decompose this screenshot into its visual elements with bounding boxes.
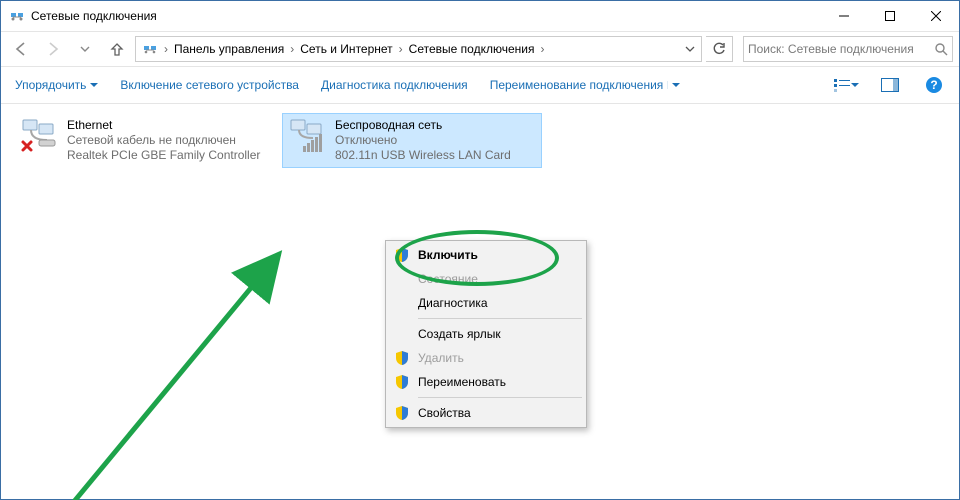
chevron-right-icon: ›: [399, 42, 403, 56]
connection-name: Беспроводная сеть: [335, 118, 511, 133]
preview-pane-button[interactable]: [877, 72, 903, 98]
svg-text:?: ?: [930, 78, 937, 92]
diagnose-connection-button[interactable]: Диагностика подключения: [319, 74, 470, 96]
separator: [418, 318, 582, 319]
context-menu-rename[interactable]: Переименовать: [388, 370, 584, 394]
rename-connection-button[interactable]: Переименование подключения: [488, 74, 684, 96]
separator: [418, 397, 582, 398]
context-menu-enable[interactable]: Включить: [388, 243, 584, 267]
enable-network-device-button[interactable]: Включение сетевого устройства: [118, 74, 301, 96]
address-bar: › Панель управления › Сеть и Интернет › …: [1, 32, 959, 67]
chevron-right-icon: ›: [540, 42, 544, 56]
maximize-button[interactable]: [867, 1, 913, 31]
connection-adapter: Realtek PCIe GBE Family Controller: [67, 148, 260, 163]
connection-status: Отключено: [335, 133, 511, 148]
chevron-right-icon: ›: [164, 42, 168, 56]
context-menu-status: Состояние: [388, 267, 584, 291]
search-input[interactable]: Поиск: Сетевые подключения: [743, 36, 953, 62]
context-menu-properties[interactable]: Свойства: [388, 401, 584, 425]
organize-menu[interactable]: Упорядочить: [13, 74, 100, 96]
minimize-button[interactable]: [821, 1, 867, 31]
connection-status: Сетевой кабель не подключен: [67, 133, 260, 148]
context-menu-diagnose[interactable]: Диагностика: [388, 291, 584, 315]
refresh-button[interactable]: [706, 36, 733, 62]
annotation-arrow: [9, 234, 309, 500]
context-menu-create-shortcut[interactable]: Создать ярлык: [388, 322, 584, 346]
connection-item-wireless[interactable]: Беспроводная сеть Отключено 802.11n USB …: [283, 114, 541, 167]
search-icon: [934, 42, 948, 56]
context-menu: Включить Состояние Диагностика Создать я…: [385, 240, 587, 428]
ethernet-icon: [19, 118, 59, 154]
recent-locations-dropdown[interactable]: [71, 36, 99, 62]
connection-adapter: 802.11n USB Wireless LAN Card: [335, 148, 511, 163]
wireless-icon: [287, 118, 327, 154]
breadcrumb-path[interactable]: › Панель управления › Сеть и Интернет › …: [135, 36, 702, 62]
shield-icon: [394, 374, 410, 390]
window-title: Сетевые подключения: [31, 9, 157, 23]
breadcrumb-network-internet[interactable]: Сеть и Интернет: [296, 40, 396, 58]
chevron-down-icon: [851, 81, 859, 89]
breadcrumb-control-panel[interactable]: Панель управления: [170, 40, 288, 58]
back-button[interactable]: [7, 36, 35, 62]
address-history-dropdown[interactable]: [681, 44, 699, 54]
chevron-right-icon: ›: [290, 42, 294, 56]
connection-item-ethernet[interactable]: Ethernet Сетевой кабель не подключен Rea…: [15, 114, 273, 167]
connection-name: Ethernet: [67, 118, 260, 133]
titlebar: Сетевые подключения: [1, 1, 959, 32]
shield-icon: [394, 247, 410, 263]
view-options-button[interactable]: [833, 72, 859, 98]
command-bar: Упорядочить Включение сетевого устройств…: [1, 67, 959, 104]
dropdown-split-icon: [667, 81, 681, 89]
close-button[interactable]: [913, 1, 959, 31]
shield-icon: [394, 405, 410, 421]
breadcrumb-network-connections[interactable]: Сетевые подключения: [405, 40, 539, 58]
search-placeholder: Поиск: Сетевые подключения: [748, 42, 930, 56]
network-connections-icon: [142, 41, 158, 57]
connections-list: Ethernet Сетевой кабель не подключен Rea…: [1, 104, 959, 500]
forward-button[interactable]: [39, 36, 67, 62]
shield-icon: [394, 350, 410, 366]
context-menu-delete: Удалить: [388, 346, 584, 370]
window-icon: [9, 8, 25, 24]
help-button[interactable]: ?: [921, 72, 947, 98]
up-button[interactable]: [103, 36, 131, 62]
chevron-down-icon: [90, 81, 98, 89]
